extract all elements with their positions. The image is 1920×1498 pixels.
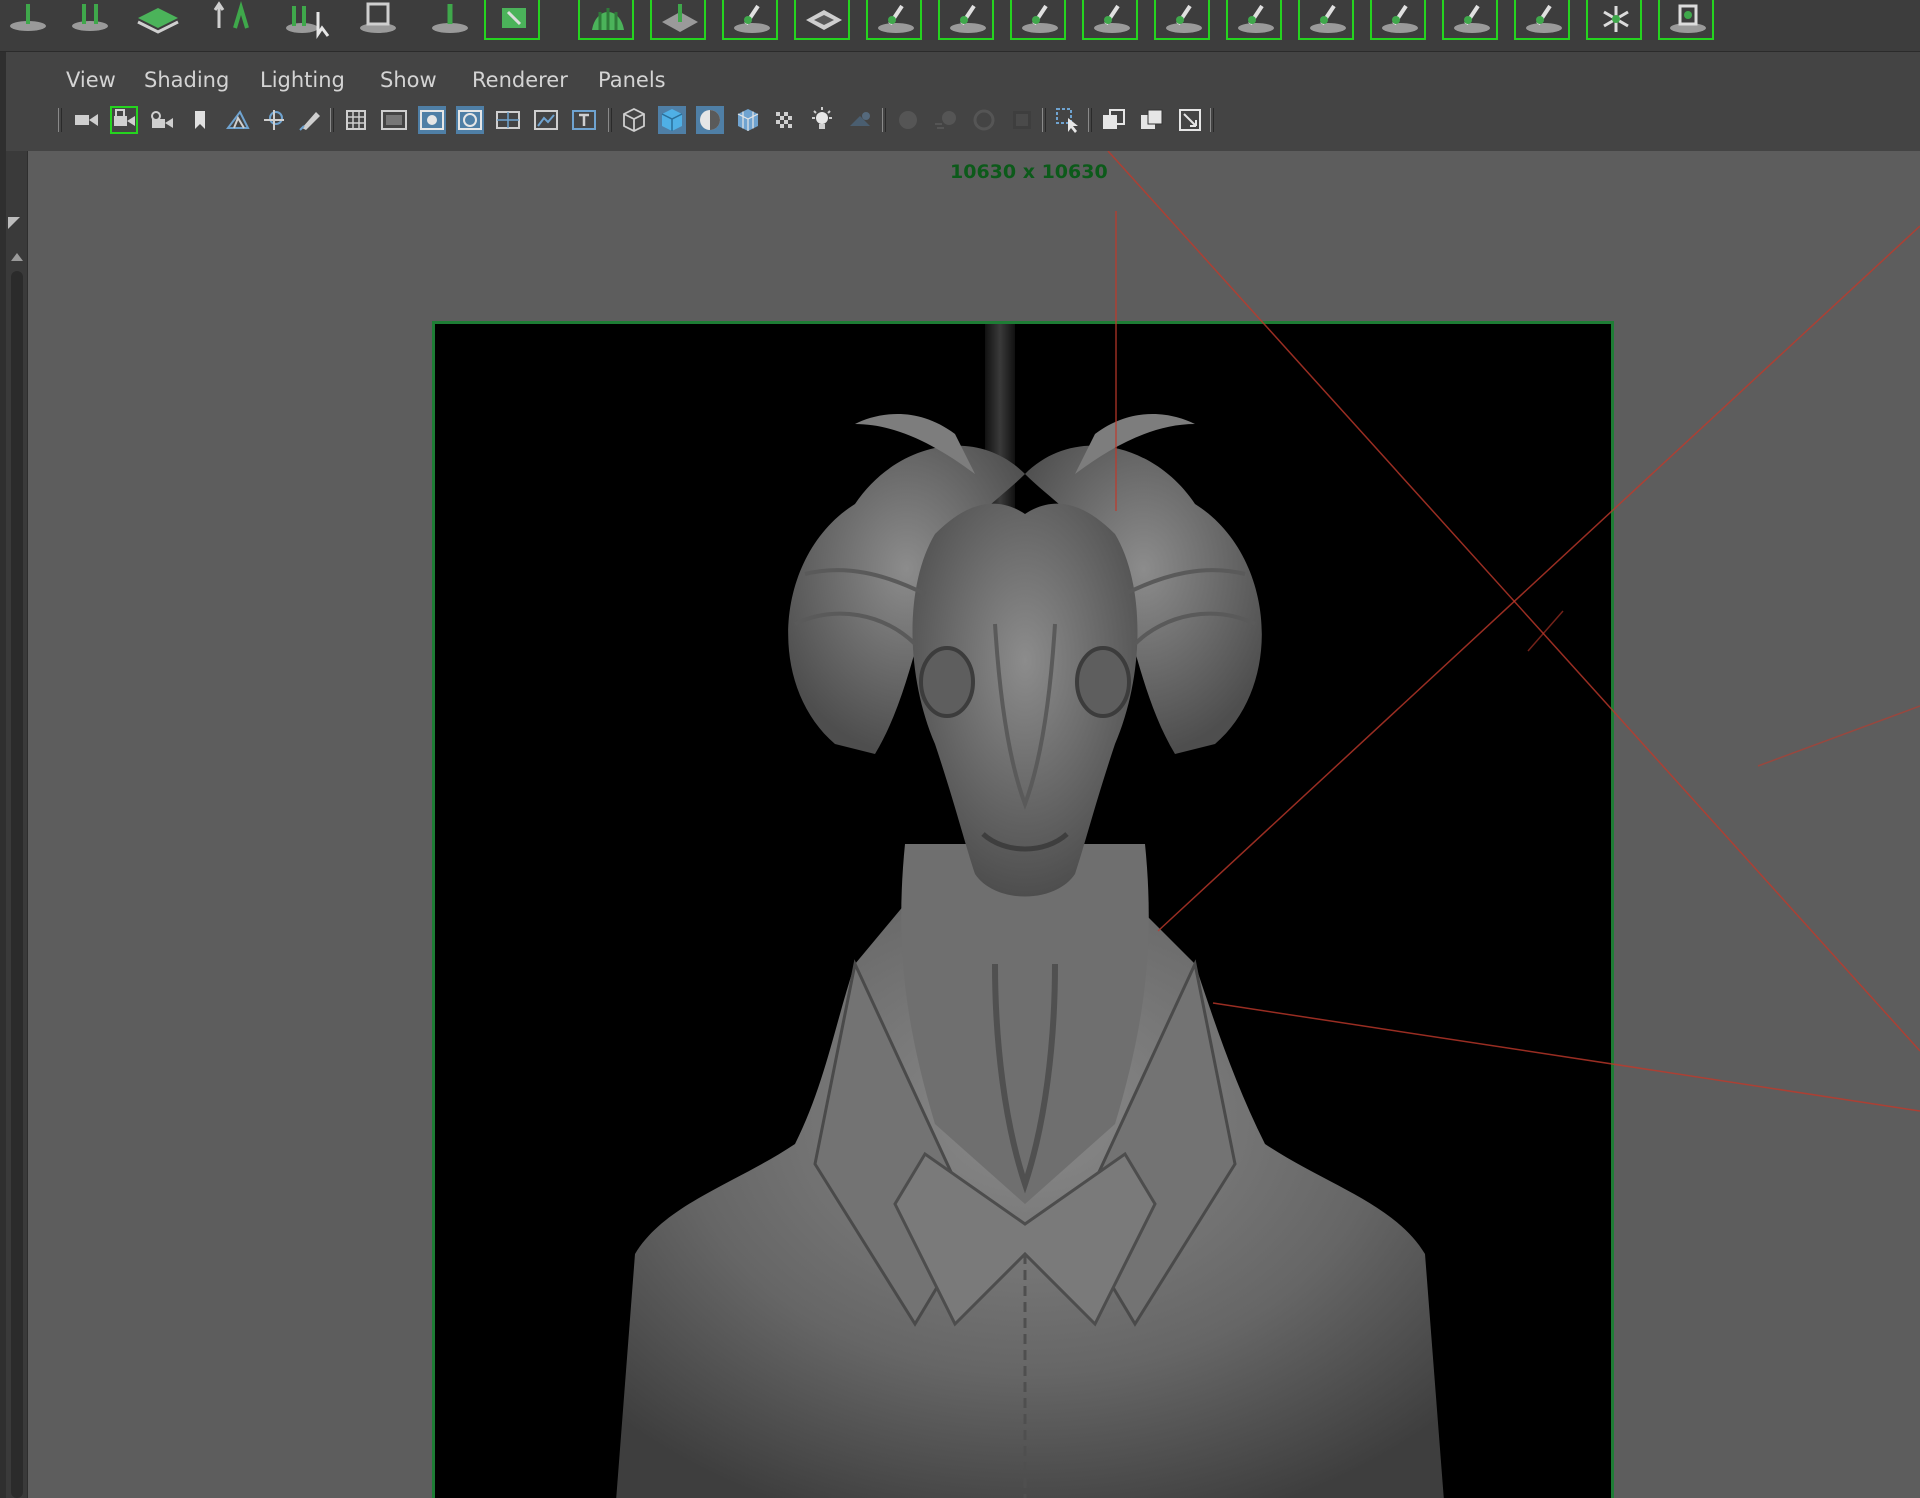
move-sculpt-icon[interactable] [205, 0, 261, 40]
use-all-lights-icon[interactable] [808, 106, 836, 134]
sculpt-brush-icon[interactable] [938, 0, 994, 40]
2d-pan-zoom-icon[interactable] [260, 106, 288, 134]
xray-joints-icon[interactable] [1176, 106, 1204, 134]
smooth-shade-icon[interactable] [658, 106, 686, 134]
bookmark-icon[interactable] [186, 106, 214, 134]
knife-tool-icon[interactable] [794, 0, 850, 40]
relax-tool-icon[interactable] [422, 0, 478, 40]
depth-of-field-icon[interactable] [1008, 106, 1036, 134]
menu-renderer[interactable]: Renderer [472, 68, 568, 92]
select-sculpt-icon[interactable] [278, 0, 334, 40]
sculpted-bust-render [616, 324, 1444, 1498]
toolbar-separator [330, 108, 334, 132]
anti-aliasing-icon[interactable] [970, 106, 998, 134]
panel-tab-icon[interactable] [8, 217, 20, 229]
field-chart-icon[interactable] [494, 106, 522, 134]
toolbar-separator [1042, 108, 1046, 132]
sculpting-shelf [0, 0, 1920, 52]
isolate-select-icon[interactable] [1054, 106, 1082, 134]
grab-tool-icon[interactable] [578, 0, 634, 40]
gate-mask-icon[interactable] [456, 106, 484, 134]
sculpt-tool-icon[interactable] [62, 0, 118, 40]
menu-show[interactable]: Show [380, 68, 437, 92]
repeat-tool-icon[interactable] [650, 0, 706, 40]
grease-pencil-icon[interactable] [296, 106, 324, 134]
toolbar-separator [608, 108, 612, 132]
left-scroll-strip [6, 151, 28, 1498]
scrape-tool-icon[interactable] [866, 0, 922, 40]
screen-space-ao-icon[interactable] [894, 106, 922, 134]
grid-icon[interactable] [342, 106, 370, 134]
xray-icon[interactable] [1100, 106, 1128, 134]
scroll-up-icon[interactable] [11, 253, 23, 261]
viewport[interactable]: 10630 x 10630 [28, 151, 1920, 1498]
toolbar-separator [882, 108, 886, 132]
sculpt-brush-icon[interactable] [1082, 0, 1138, 40]
lock-camera-icon[interactable] [110, 106, 138, 134]
menu-view[interactable]: View [66, 68, 116, 92]
sculpt-tool-icon[interactable] [2, 0, 58, 40]
menu-panels[interactable]: Panels [598, 68, 666, 92]
resolution-gate-label: 10630 x 10630 [950, 161, 1108, 183]
toolbar-separator [58, 108, 62, 132]
motion-blur-icon[interactable] [932, 106, 960, 134]
panel-toolbar [28, 102, 1920, 138]
sculpt-brush-icon[interactable] [1298, 0, 1354, 40]
toolbar-separator [1210, 108, 1214, 132]
image-plane[interactable] [432, 321, 1614, 1498]
camera-attributes-icon[interactable] [148, 106, 176, 134]
wireframe-on-shaded-icon[interactable] [734, 106, 762, 134]
resolution-gate-icon[interactable] [418, 106, 446, 134]
wireframe-icon[interactable] [620, 106, 648, 134]
fill-tool-icon[interactable] [722, 0, 778, 40]
model-panel: View Shading Lighting Show Renderer Pane… [6, 56, 1920, 1498]
sculpt-brush-icon[interactable] [1154, 0, 1210, 40]
sculpt-brush-icon[interactable] [1370, 0, 1426, 40]
safe-title-icon[interactable] [570, 106, 598, 134]
sculpt-brush-icon[interactable] [1010, 0, 1066, 40]
pinch-tool-icon[interactable] [484, 0, 540, 40]
default-material-icon[interactable] [696, 106, 724, 134]
sculpt-brush-icon[interactable] [1442, 0, 1498, 40]
menu-shading[interactable]: Shading [144, 68, 229, 92]
smooth-tool-icon[interactable] [350, 0, 406, 40]
xray-active-icon[interactable] [1138, 106, 1166, 134]
panel-menubar: View Shading Lighting Show Renderer Pane… [28, 64, 1920, 96]
sculpt-brush-icon[interactable] [1658, 0, 1714, 40]
textured-icon[interactable] [770, 106, 798, 134]
film-gate-icon[interactable] [380, 106, 408, 134]
image-plane-icon[interactable] [224, 106, 252, 134]
flatten-tool-icon[interactable] [130, 0, 186, 40]
select-camera-icon[interactable] [72, 106, 100, 134]
safe-action-icon[interactable] [532, 106, 560, 134]
menu-lighting[interactable]: Lighting [260, 68, 345, 92]
toolbar-separator [1088, 108, 1092, 132]
shadows-icon[interactable] [846, 106, 874, 134]
sculpt-brush-icon[interactable] [1226, 0, 1282, 40]
sculpt-brush-icon[interactable] [1514, 0, 1570, 40]
scrollbar[interactable] [11, 271, 23, 1498]
freeze-tool-icon[interactable] [1586, 0, 1642, 40]
